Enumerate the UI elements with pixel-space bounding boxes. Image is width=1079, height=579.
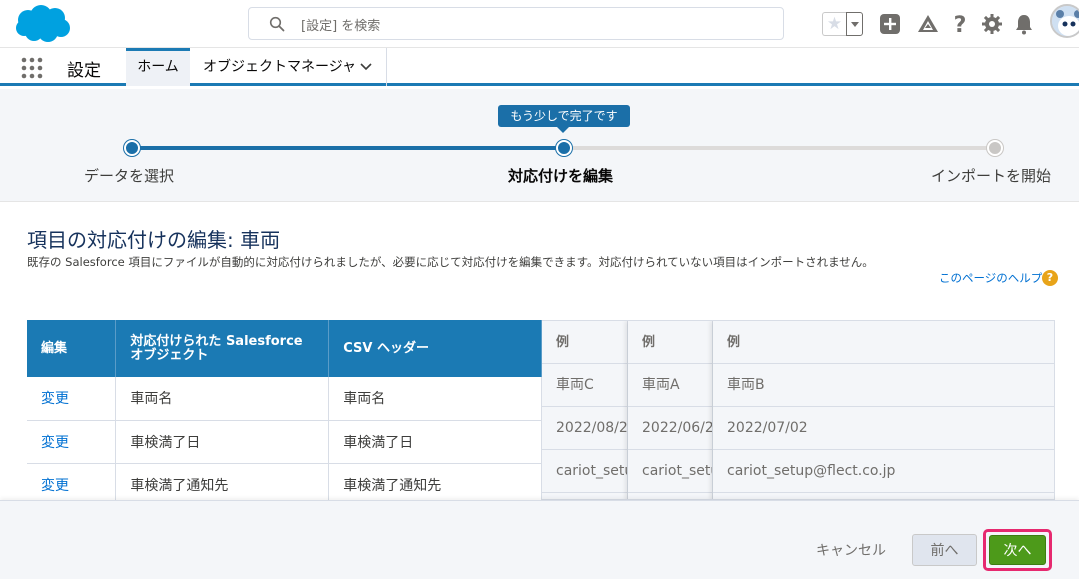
step-label-start-import: インポートを開始	[931, 167, 1052, 185]
cancel-button[interactable]: キャンセル	[805, 534, 897, 566]
step-3-marker	[987, 140, 1003, 156]
progress-track-remaining	[564, 146, 996, 150]
example-column-header: 例	[542, 321, 627, 364]
table-row: 変更 車両名 車両名	[27, 377, 542, 421]
search-icon	[269, 16, 285, 32]
example-cell: 2022/08/23	[542, 407, 627, 450]
svg-text:?: ?	[954, 13, 967, 36]
example-cell: 車両B	[713, 364, 1054, 407]
example-cell: 2022/06/25	[628, 407, 712, 450]
example-cell: 車両C	[542, 364, 627, 407]
help-link[interactable]: このページのヘルプ	[939, 270, 1042, 286]
next-button-highlight: 次へ	[983, 529, 1052, 571]
favorites-control[interactable]: ★	[822, 12, 864, 36]
previous-button[interactable]: 前へ	[912, 534, 977, 566]
column-header-salesforce-object: 対応付けられた Salesforce オブジェクト	[115, 320, 330, 377]
help-question-icon[interactable]: ?	[1042, 270, 1058, 286]
example-values-panel: 例 車両C 2022/08/23 cariot_setup@flect.co.j…	[542, 320, 1055, 500]
tab-object-manager-label: オブジェクトマネージャ	[203, 59, 357, 75]
gear-icon[interactable]	[980, 12, 1004, 36]
page-title: 項目の対応付けの編集: 車両	[27, 228, 281, 252]
example-cell: 車両A	[628, 364, 712, 407]
context-navigation: 設定 ホーム オブジェクトマネージャ	[0, 48, 1079, 86]
example-cell: cariot_setup@flect.co.jp	[542, 450, 627, 493]
chevron-down-icon[interactable]	[360, 63, 372, 71]
search-placeholder: [設定] を検索	[301, 19, 381, 34]
example-cell: cariot_setup@flect.co.jp	[713, 450, 1054, 493]
example-column: 例 車両A 2022/06/25 cariot_setup@flect.co.j…	[628, 321, 713, 499]
example-column-header: 例	[628, 321, 712, 364]
global-search[interactable]: [設定] を検索	[248, 7, 784, 40]
avatar-image-icon	[1052, 6, 1079, 36]
field-mapping-table: 編集 対応付けられた Salesforce オブジェクト CSV ヘッダー 変更…	[27, 320, 542, 507]
favorites-dropdown-icon[interactable]	[846, 12, 863, 36]
help-icon[interactable]: ?	[948, 12, 972, 36]
app-launcher-icon[interactable]	[21, 57, 43, 79]
step-label-edit-mapping: 対応付けを編集	[508, 167, 614, 185]
favorite-star-icon[interactable]: ★	[822, 12, 846, 36]
trailhead-icon[interactable]	[916, 12, 940, 36]
progress-indicator: もう少しで完了です データを選択 対応付けを編集 インポートを開始	[0, 89, 1079, 202]
bell-icon[interactable]	[1012, 12, 1036, 36]
change-mapping-link[interactable]: 変更	[27, 420, 117, 464]
table-row: 変更 車検満了日 車検満了日	[27, 420, 542, 464]
csv-header-cell: 車両名	[328, 377, 542, 421]
tab-object-manager[interactable]: オブジェクトマネージャ	[190, 48, 387, 86]
next-button[interactable]: 次へ	[989, 535, 1046, 565]
page-description: 既存の Salesforce 項目にファイルが自動的に対応付けられましたが、必要…	[27, 255, 874, 269]
step-2-marker	[556, 140, 572, 156]
progress-tooltip: もう少しで完了です	[498, 105, 630, 133]
example-column: 例 車両C 2022/08/23 cariot_setup@flect.co.j…	[542, 321, 628, 499]
global-header: [設定] を検索 ★ ?	[0, 0, 1079, 48]
salesforce-field-cell: 車検満了日	[115, 420, 330, 464]
add-icon[interactable]	[878, 12, 902, 36]
step-label-select-data: データを選択	[84, 167, 175, 185]
salesforce-logo[interactable]	[14, 4, 72, 44]
csv-header-cell: 車検満了日	[328, 420, 542, 464]
step-1-marker	[124, 140, 140, 156]
example-cell: 2022/07/02	[713, 407, 1054, 450]
example-column-header: 例	[713, 321, 1054, 364]
app-title: 設定	[67, 61, 101, 81]
salesforce-field-cell: 車両名	[115, 377, 330, 421]
column-header-edit: 編集	[27, 320, 117, 377]
column-header-csv-header: CSV ヘッダー	[328, 320, 542, 377]
example-cell: cariot_setup@flect.co.jp	[628, 450, 712, 493]
change-mapping-link[interactable]: 変更	[27, 377, 117, 421]
progress-track-complete	[132, 146, 564, 150]
tab-home[interactable]: ホーム	[126, 48, 190, 86]
table-header-row: 編集 対応付けられた Salesforce オブジェクト CSV ヘッダー	[27, 320, 542, 377]
wizard-footer: キャンセル 前へ 次へ	[0, 500, 1079, 579]
example-column: 例 車両B 2022/07/02 cariot_setup@flect.co.j…	[713, 321, 1054, 499]
avatar[interactable]	[1050, 4, 1079, 38]
